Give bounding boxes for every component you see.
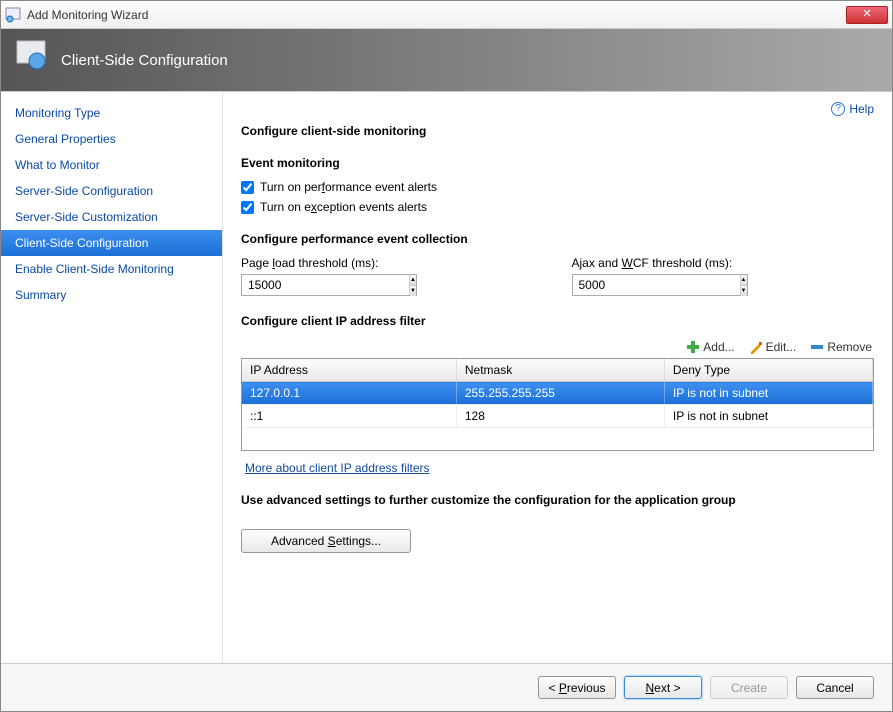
nav-server-side-customization[interactable]: Server-Side Customization	[1, 204, 222, 230]
cell-ip: ::1	[242, 405, 456, 428]
cancel-button[interactable]: Cancel	[796, 676, 874, 699]
banner-icon	[15, 39, 51, 75]
checkbox-performance-alerts-label: Turn on performance event alerts	[260, 180, 437, 194]
pageload-spinner[interactable]: ▲▼	[241, 274, 417, 296]
main-area: Monitoring Type General Properties What …	[1, 91, 892, 663]
threshold-row: Page load threshold (ms): ▲▼ Ajax and WC…	[241, 256, 874, 296]
app-icon	[5, 7, 21, 23]
ajax-label: Ajax and WCF threshold (ms):	[572, 256, 875, 270]
ajax-spin-buttons[interactable]: ▲▼	[740, 275, 747, 295]
nav-general-properties[interactable]: General Properties	[1, 126, 222, 152]
wizard-steps-sidebar: Monitoring Type General Properties What …	[1, 92, 223, 663]
help-link[interactable]: ? Help	[831, 102, 874, 116]
nav-enable-client-side-monitoring[interactable]: Enable Client-Side Monitoring	[1, 256, 222, 282]
cell-deny: IP is not in subnet	[664, 382, 872, 405]
table-row[interactable]: 127.0.0.1 255.255.255.255 IP is not in s…	[242, 382, 873, 405]
pageload-input[interactable]	[242, 275, 409, 295]
remove-button[interactable]: Remove	[808, 338, 874, 356]
window-title: Add Monitoring Wizard	[27, 8, 846, 22]
add-button[interactable]: Add...	[684, 338, 736, 356]
heading-configure-client: Configure client-side monitoring	[241, 124, 874, 138]
chevron-up-icon[interactable]: ▲	[741, 275, 747, 286]
pencil-icon	[749, 340, 763, 354]
advanced-settings-button[interactable]: Advanced Settings...	[241, 529, 411, 553]
checkbox-performance-alerts[interactable]: Turn on performance event alerts	[241, 180, 874, 194]
col-netmask[interactable]: Netmask	[456, 359, 664, 382]
help-icon: ?	[831, 102, 845, 116]
nav-server-side-configuration[interactable]: Server-Side Configuration	[1, 178, 222, 204]
banner-title: Client-Side Configuration	[61, 52, 228, 69]
checkbox-exception-alerts-input[interactable]	[241, 201, 254, 214]
cell-mask: 128	[456, 405, 664, 428]
titlebar: Add Monitoring Wizard ✕	[1, 1, 892, 29]
col-deny[interactable]: Deny Type	[664, 359, 872, 382]
nav-summary[interactable]: Summary	[1, 282, 222, 308]
nav-monitoring-type[interactable]: Monitoring Type	[1, 100, 222, 126]
wizard-footer: < Previous Next > Create Cancel	[1, 663, 892, 711]
help-label: Help	[849, 102, 874, 116]
checkbox-exception-alerts-label: Turn on exception events alerts	[260, 200, 427, 214]
chevron-down-icon[interactable]: ▼	[741, 286, 747, 296]
table-row[interactable]: ::1 128 IP is not in subnet	[242, 405, 873, 428]
content-pane: ? Help Configure client-side monitoring …	[223, 92, 892, 663]
ip-filter-toolbar: Add... Edit... Remove	[241, 338, 874, 356]
cell-mask: 255.255.255.255	[456, 382, 664, 405]
grid-spacer	[242, 428, 873, 450]
heading-event-monitoring: Event monitoring	[241, 156, 874, 170]
previous-button[interactable]: < Previous	[538, 676, 616, 699]
pageload-col: Page load threshold (ms): ▲▼	[241, 256, 544, 296]
heading-performance-collection: Configure performance event collection	[241, 232, 874, 246]
minus-icon	[810, 340, 824, 354]
pageload-label: Page load threshold (ms):	[241, 256, 544, 270]
heading-ip-filter: Configure client IP address filter	[241, 314, 874, 328]
nav-client-side-configuration[interactable]: Client-Side Configuration	[1, 230, 222, 256]
checkbox-performance-alerts-input[interactable]	[241, 181, 254, 194]
ajax-spinner[interactable]: ▲▼	[572, 274, 748, 296]
chevron-down-icon[interactable]: ▼	[410, 286, 416, 296]
edit-button[interactable]: Edit...	[747, 338, 799, 356]
ajax-input[interactable]	[573, 275, 740, 295]
col-ip[interactable]: IP Address	[242, 359, 456, 382]
cell-deny: IP is not in subnet	[664, 405, 872, 428]
wizard-banner: Client-Side Configuration	[1, 29, 892, 91]
checkbox-exception-alerts[interactable]: Turn on exception events alerts	[241, 200, 874, 214]
chevron-up-icon[interactable]: ▲	[410, 275, 416, 286]
grid-header-row: IP Address Netmask Deny Type	[242, 359, 873, 382]
cell-ip: 127.0.0.1	[242, 382, 456, 405]
more-about-filters-link[interactable]: More about client IP address filters	[245, 461, 430, 475]
plus-icon	[686, 340, 700, 354]
window-close-button[interactable]: ✕	[846, 6, 888, 24]
next-button[interactable]: Next >	[624, 676, 702, 699]
ajax-col: Ajax and WCF threshold (ms): ▲▼	[572, 256, 875, 296]
create-button: Create	[710, 676, 788, 699]
heading-advanced: Use advanced settings to further customi…	[241, 493, 874, 507]
nav-what-to-monitor[interactable]: What to Monitor	[1, 152, 222, 178]
ip-filter-grid[interactable]: IP Address Netmask Deny Type 127.0.0.1 2…	[241, 358, 874, 451]
pageload-spin-buttons[interactable]: ▲▼	[409, 275, 416, 295]
